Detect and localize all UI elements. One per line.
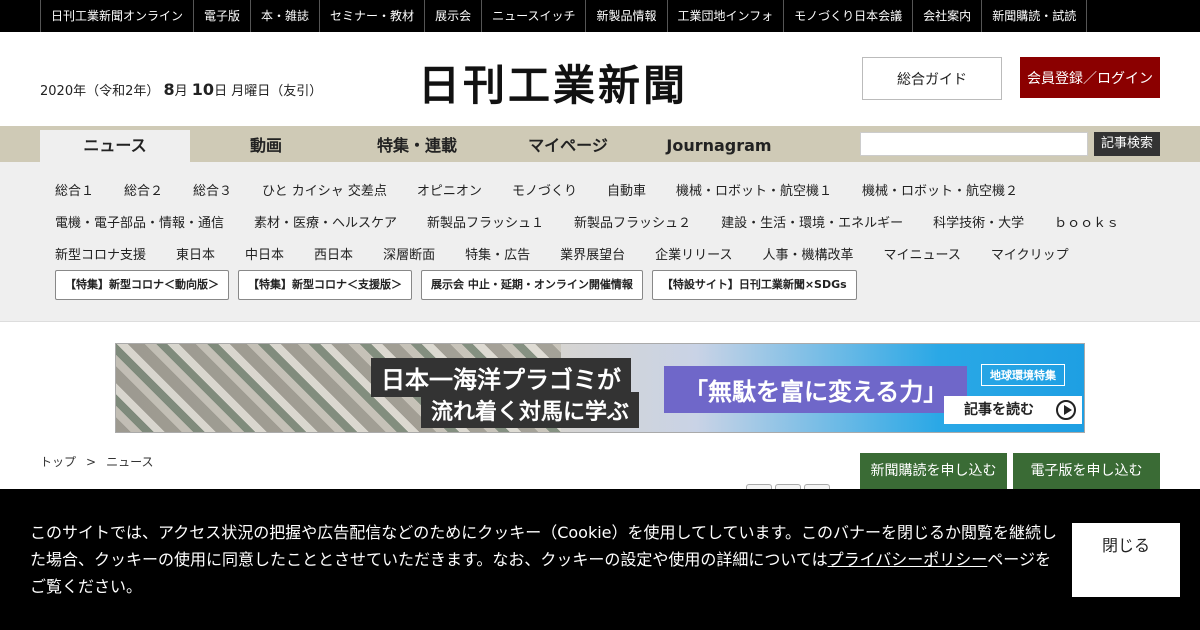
special-sdgs-button[interactable]: 【特設サイト】日刊工業新聞×SDGs: [651, 270, 857, 300]
category-link[interactable]: 人事・機構改革: [762, 244, 853, 263]
special-links: 【特集】新型コロナ＜動向版＞ 【特集】新型コロナ＜支援版＞ 展示会 中止・延期・…: [55, 270, 866, 300]
topbar-link-newswitch[interactable]: ニュースイッチ: [482, 0, 587, 32]
topbar-link-exhibition[interactable]: 展示会: [425, 0, 483, 32]
category-link[interactable]: マイニュース: [883, 244, 960, 263]
banner-line-2: 流れ着く対馬に学ぶ: [421, 392, 640, 428]
cookie-banner: このサイトでは、アクセス状況の把握や広告配信などのためにクッキー（Cookie）…: [0, 489, 1200, 630]
breadcrumb: トップ > ニュース: [40, 453, 153, 470]
category-link[interactable]: 機械・ロボット・航空機２: [862, 180, 1018, 199]
feature-banner[interactable]: 日本一海洋プラゴミが 流れ着く対馬に学ぶ 「無駄を富に変える力」 地球環境特集 …: [115, 343, 1085, 433]
category-link[interactable]: 素材・医療・ヘルスケア: [254, 212, 397, 231]
topbar-link-books[interactable]: 本・雑誌: [251, 0, 321, 32]
topbar-link-company[interactable]: 会社案内: [913, 0, 983, 32]
privacy-policy-link[interactable]: プライバシーポリシー: [828, 550, 988, 569]
login-button[interactable]: 会員登録／ログイン: [1020, 57, 1160, 98]
breadcrumb-current: ニュース: [106, 455, 154, 469]
banner-tag: 地球環境特集: [981, 364, 1065, 386]
category-row-3: 新型コロナ支援 東日本 中日本 西日本 深層断面 特集・広告 業界展望台 企業リ…: [55, 244, 1099, 263]
cookie-message: このサイトでは、アクセス状況の把握や広告配信などのためにクッキー（Cookie）…: [30, 519, 1060, 600]
banner-read-more-button[interactable]: 記事を読む: [944, 396, 1082, 424]
category-link[interactable]: ひと カイシャ 交差点: [262, 180, 387, 199]
date-month-unit: 月: [174, 84, 188, 99]
search-input[interactable]: [860, 132, 1088, 156]
category-row-2: 電機・電子部品・情報・通信 素材・医療・ヘルスケア 新製品フラッシュ１ 新製品フ…: [55, 212, 1149, 231]
date-day: 10: [191, 80, 215, 99]
issue-date: 2020年（令和2年） 8月 10日 月曜日（友引）: [40, 80, 322, 99]
guide-button[interactable]: 総合ガイド: [862, 57, 1002, 100]
date-day-suffix: 日 月曜日（友引）: [214, 84, 323, 99]
special-exhibition-button[interactable]: 展示会 中止・延期・オンライン開催情報: [421, 270, 643, 300]
topbar-link-new-products[interactable]: 新製品情報: [586, 0, 668, 32]
site-header: 2020年（令和2年） 8月 10日 月曜日（友引） 日刊工業新聞 総合ガイド …: [0, 32, 1200, 126]
date-prefix: 2020年（令和2年）: [40, 84, 160, 99]
category-link[interactable]: 新製品フラッシュ２: [574, 212, 691, 231]
category-link[interactable]: 新型コロナ支援: [55, 244, 146, 263]
category-link[interactable]: 特集・広告: [465, 244, 530, 263]
play-icon: [1056, 400, 1076, 420]
category-link[interactable]: 深層断面: [383, 244, 435, 263]
category-link[interactable]: 総合１: [55, 180, 94, 199]
category-link[interactable]: 電機・電子部品・情報・通信: [55, 212, 224, 231]
topbar-link-seminar[interactable]: セミナー・教材: [320, 0, 426, 32]
category-link[interactable]: 中日本: [245, 244, 284, 263]
banner-read-more-label: 記事を読む: [964, 402, 1034, 418]
cookie-close-button[interactable]: 閉じる: [1072, 523, 1180, 597]
category-link[interactable]: 西日本: [314, 244, 353, 263]
topbar-link-monozukuri[interactable]: モノづくり日本会議: [784, 0, 914, 32]
search-button[interactable]: 記事検索: [1094, 132, 1160, 156]
tab-features[interactable]: 特集・連載: [342, 130, 492, 162]
topbar-link-digital[interactable]: 電子版: [194, 0, 252, 32]
tab-video[interactable]: 動画: [191, 130, 341, 162]
category-link[interactable]: モノづくり: [512, 180, 577, 199]
main-nav: ニュース 動画 特集・連載 マイページ Journagram 記事検索: [0, 126, 1200, 162]
banner-headline: 「無駄を富に変える力」: [664, 366, 968, 413]
topbar-link-online[interactable]: 日刊工業新聞オンライン: [41, 0, 195, 32]
category-link[interactable]: 東日本: [176, 244, 215, 263]
category-link[interactable]: 科学技術・大学: [933, 212, 1024, 231]
special-covid-support-button[interactable]: 【特集】新型コロナ＜支援版＞: [238, 270, 412, 300]
breadcrumb-home[interactable]: トップ: [40, 455, 76, 469]
date-month: 8: [163, 80, 175, 99]
category-link[interactable]: 総合３: [193, 180, 232, 199]
breadcrumb-separator: >: [86, 455, 97, 469]
top-bar-links: 日刊工業新聞オンライン 電子版 本・雑誌 セミナー・教材 展示会 ニュースイッチ…: [40, 0, 1088, 32]
subscribe-paper-button[interactable]: 新聞購読を申し込む: [860, 453, 1007, 489]
category-link[interactable]: オピニオン: [417, 180, 482, 199]
category-link[interactable]: 建設・生活・環境・エネルギー: [721, 212, 903, 231]
topbar-link-subscription[interactable]: 新聞購読・試読: [982, 0, 1088, 32]
category-link[interactable]: マイクリップ: [991, 244, 1069, 263]
tab-mypage[interactable]: マイページ: [493, 130, 643, 162]
subscribe-digital-button[interactable]: 電子版を申し込む: [1013, 453, 1160, 489]
top-bar: 日刊工業新聞オンライン 電子版 本・雑誌 セミナー・教材 展示会 ニュースイッチ…: [0, 0, 1200, 32]
tab-news[interactable]: ニュース: [40, 130, 190, 162]
category-link[interactable]: 企業リリース: [655, 244, 732, 263]
tab-journagram[interactable]: Journagram: [644, 130, 794, 162]
category-link[interactable]: 自動車: [607, 180, 646, 199]
category-link[interactable]: 業界展望台: [560, 244, 625, 263]
topbar-link-industrial-park[interactable]: 工業団地インフォ: [668, 0, 785, 32]
special-covid-trend-button[interactable]: 【特集】新型コロナ＜動向版＞: [55, 270, 229, 300]
category-link[interactable]: 機械・ロボット・航空機１: [676, 180, 832, 199]
category-link[interactable]: 総合２: [124, 180, 163, 199]
category-nav: 総合１ 総合２ 総合３ ひと カイシャ 交差点 オピニオン モノづくり 自動車 …: [0, 162, 1200, 322]
category-link[interactable]: ｂｏｏｋｓ: [1054, 212, 1119, 231]
site-logo[interactable]: 日刊工業新聞: [418, 52, 688, 113]
category-link[interactable]: 新製品フラッシュ１: [427, 212, 544, 231]
category-row-1: 総合１ 総合２ 総合３ ひと カイシャ 交差点 オピニオン モノづくり 自動車 …: [55, 180, 1048, 199]
